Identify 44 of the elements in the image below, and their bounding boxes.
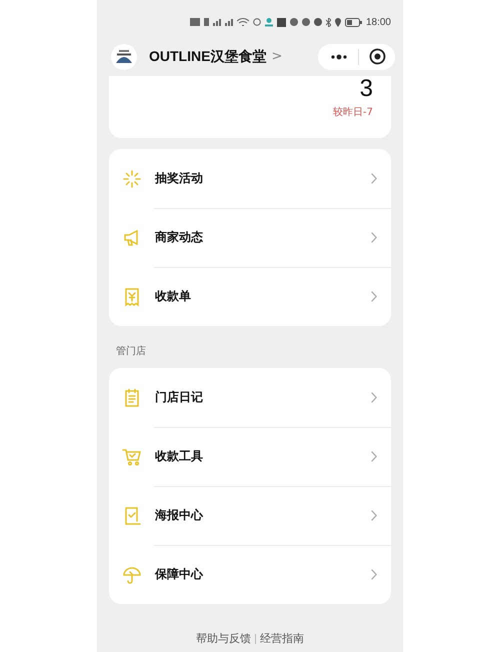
menu-item[interactable]: 抽奖活动 — [109, 149, 391, 208]
wifi-icon — [236, 18, 249, 26]
stat-value: 3 — [360, 76, 373, 102]
chevron-right-icon — [371, 510, 377, 521]
menu-item-label: 抽奖活动 — [155, 170, 204, 187]
menu-item[interactable]: 保障中心 — [109, 545, 391, 604]
chevron-right-icon — [371, 232, 377, 243]
battery-icon — [344, 18, 362, 26]
location-icon — [334, 18, 341, 26]
footer-link[interactable]: 帮助与反馈 — [196, 631, 251, 646]
menu-item[interactable]: 收款单 — [109, 267, 391, 326]
menu-item-label: 收款工具 — [155, 448, 204, 465]
section-title: 管门店 — [116, 344, 147, 358]
menu-item[interactable]: 门店日记 — [109, 368, 391, 427]
signal-icon — [224, 18, 233, 26]
menu-item-label: 保障中心 — [155, 566, 204, 583]
menu-item[interactable]: 海报中心 — [109, 486, 391, 545]
close-icon[interactable] — [369, 48, 386, 65]
menu-item-label: 海报中心 — [155, 507, 204, 524]
bluetooth-icon — [326, 18, 331, 26]
store-logo[interactable] — [111, 44, 137, 70]
menu-item[interactable]: 商家动态 — [109, 208, 391, 267]
chevron-right-icon — [371, 451, 377, 462]
chevron-right-icon — [371, 173, 377, 184]
chevron-right-icon — [371, 291, 377, 302]
chevron-right-icon — [371, 392, 377, 403]
footer-link[interactable]: 经营指南 — [260, 631, 304, 646]
stat-change: 较昨日-7 — [333, 106, 373, 119]
person-icon — [264, 18, 273, 26]
status-time: 18:00 — [366, 16, 391, 28]
umbrella-icon — [122, 564, 142, 584]
more-icon[interactable] — [330, 54, 348, 60]
sparkle-icon — [122, 168, 142, 188]
menu-item-label: 商家动态 — [155, 229, 204, 246]
menu-item-label: 门店日记 — [155, 389, 204, 406]
signal-icon — [212, 18, 221, 26]
store-title[interactable]: OUTLINE汉堡食堂 — [149, 48, 266, 66]
circle-icon — [252, 18, 261, 26]
menu-item-label: 收款单 — [155, 288, 192, 305]
cart-icon — [122, 446, 142, 466]
chevron-right-icon — [371, 569, 377, 580]
status-dot-icon — [290, 18, 298, 26]
menu-item[interactable]: 收款工具 — [109, 427, 391, 486]
status-dot-icon — [302, 18, 310, 26]
